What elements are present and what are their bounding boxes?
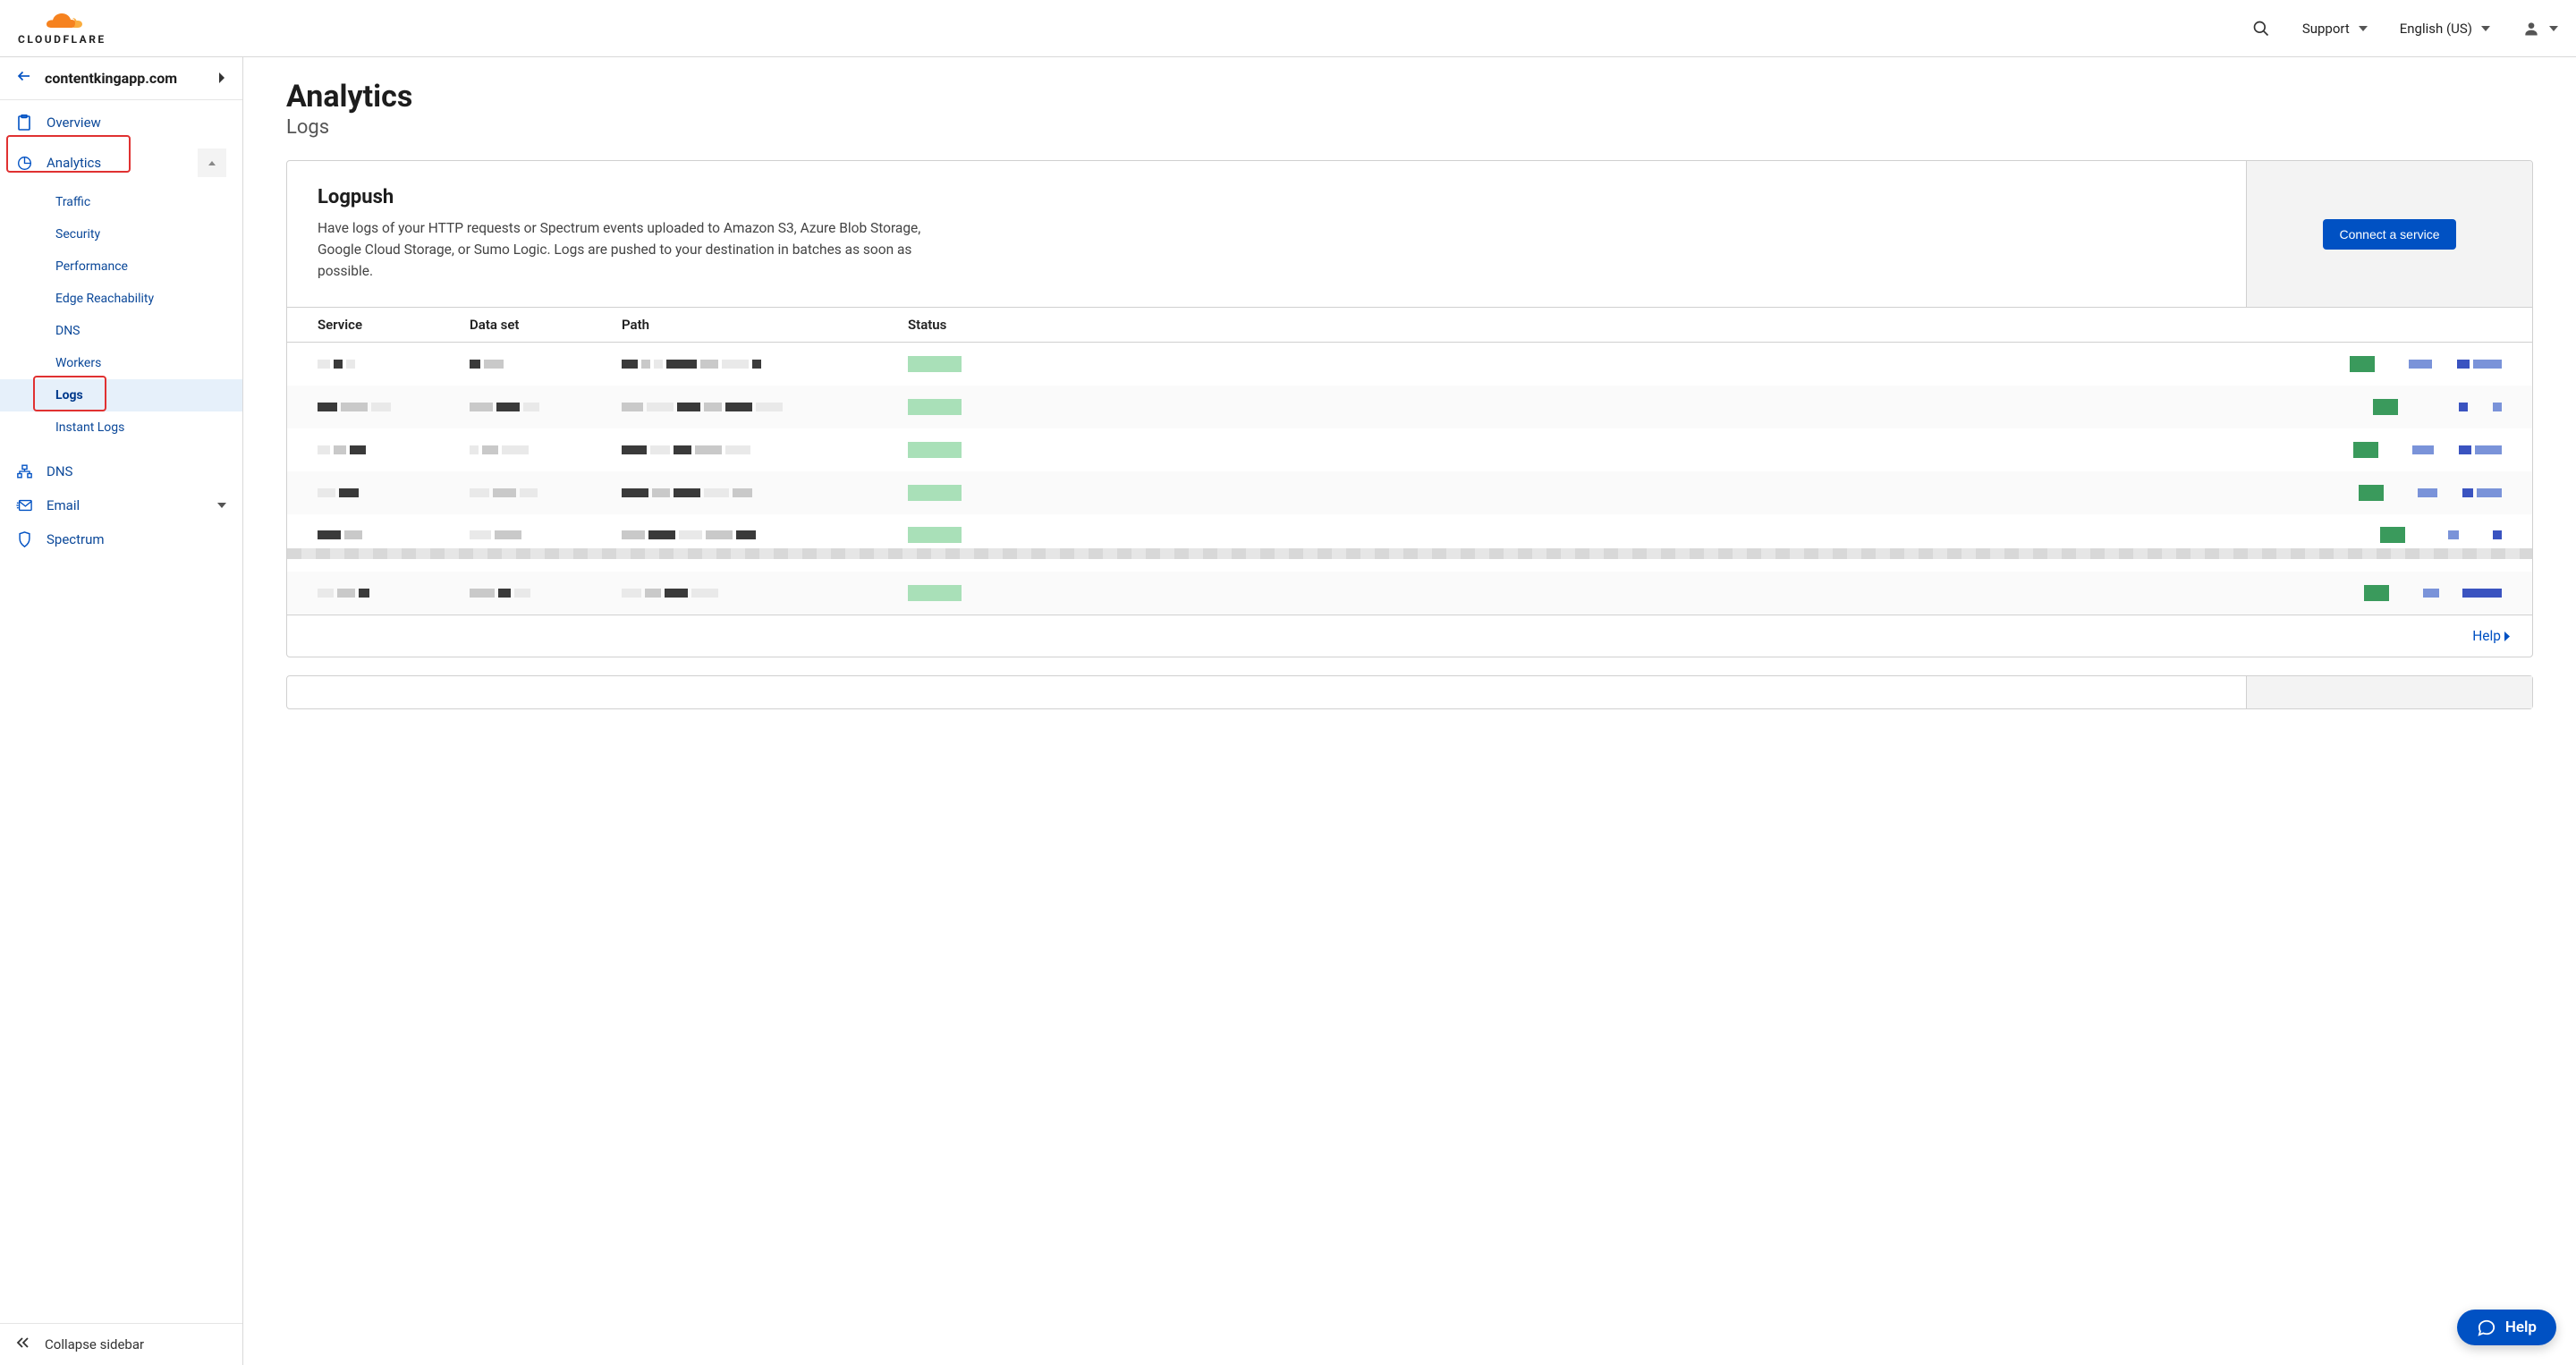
help-fab[interactable]: Help: [2457, 1310, 2556, 1345]
sidebar-sub-security[interactable]: Security: [0, 218, 242, 250]
card-footer: Help: [287, 615, 2532, 657]
sidebar-item-label: Email: [47, 497, 80, 513]
pie-chart-icon: [16, 156, 32, 171]
col-service: Service: [318, 317, 470, 333]
sidebar-sub-traffic[interactable]: Traffic: [0, 186, 242, 218]
account-menu[interactable]: [2522, 20, 2558, 38]
table-row[interactable]: [287, 471, 2532, 514]
sidebar-item-overview[interactable]: Overview: [0, 106, 242, 140]
sidebar-nav: Overview Analytics Traffic Security Perf…: [0, 100, 242, 1323]
collapse-label: Collapse sidebar: [45, 1336, 144, 1352]
top-bar: CLOUDFLARE Support English (US): [0, 0, 2576, 57]
brand-logo[interactable]: CLOUDFLARE: [18, 12, 106, 46]
back-arrow-icon[interactable]: [16, 68, 32, 89]
collapse-toggle[interactable]: [198, 148, 226, 177]
connect-service-button[interactable]: Connect a service: [2323, 219, 2455, 250]
sidebar-item-label: Logs: [55, 388, 83, 403]
table-row[interactable]: [287, 343, 2532, 386]
table-row[interactable]: [287, 514, 2532, 572]
sidebar-item-label: Spectrum: [47, 531, 105, 547]
logpush-title: Logpush: [318, 186, 2216, 208]
sidebar-sub-workers[interactable]: Workers: [0, 347, 242, 379]
clipboard-icon: [16, 114, 32, 131]
redacted-strip: [287, 548, 2532, 559]
custom-fields-card: [286, 675, 2533, 709]
sidebar-sub-edge-reachability[interactable]: Edge Reachability: [0, 283, 242, 315]
sidebar-item-dns[interactable]: DNS: [0, 454, 242, 488]
shield-icon: [16, 531, 32, 547]
col-path: Path: [622, 317, 908, 333]
sitemap-icon: [16, 464, 32, 479]
support-menu[interactable]: Support: [2302, 21, 2368, 37]
help-link[interactable]: Help: [2472, 628, 2511, 644]
chevron-down-icon: [2481, 26, 2490, 31]
language-label: English (US): [2400, 21, 2472, 37]
logpush-card: Logpush Have logs of your HTTP requests …: [286, 160, 2533, 657]
sidebar-item-analytics[interactable]: Analytics: [0, 140, 242, 186]
logpush-table-header: Service Data set Path Status: [287, 307, 2532, 343]
chevron-down-icon: [2549, 26, 2558, 31]
sidebar-item-spectrum[interactable]: Spectrum: [0, 522, 242, 556]
logpush-table-body: [287, 343, 2532, 615]
sidebar-sub-instant-logs[interactable]: Instant Logs: [0, 411, 242, 444]
collapse-sidebar-button[interactable]: Collapse sidebar: [0, 1323, 242, 1365]
search-icon[interactable]: [2252, 20, 2270, 38]
cloud-icon: [38, 12, 86, 31]
support-label: Support: [2302, 21, 2350, 37]
domain-name[interactable]: contentkingapp.com: [45, 70, 207, 87]
chevron-down-icon: [2359, 26, 2368, 31]
page-title: Analytics: [286, 79, 2533, 114]
table-row[interactable]: [287, 572, 2532, 615]
logpush-description: Have logs of your HTTP requests or Spect…: [318, 217, 962, 282]
sidebar-item-email[interactable]: Email: [0, 488, 242, 522]
sidebar-item-label: Overview: [47, 114, 101, 131]
col-dataset: Data set: [470, 317, 622, 333]
sidebar-item-label: Analytics: [47, 155, 101, 171]
sidebar-header: contentkingapp.com: [0, 57, 242, 100]
topbar-actions: Support English (US): [2252, 20, 2558, 38]
sidebar: contentkingapp.com Overview Analytics Tr…: [0, 57, 243, 1365]
page-subtitle: Logs: [286, 116, 2533, 139]
chevron-right-icon[interactable]: [219, 70, 226, 87]
sidebar-sub-performance[interactable]: Performance: [0, 250, 242, 283]
table-row[interactable]: [287, 428, 2532, 471]
col-status: Status: [908, 317, 1087, 333]
sidebar-item-label: DNS: [47, 463, 72, 479]
main-content: Analytics Logs Logpush Have logs of your…: [243, 57, 2576, 1365]
sidebar-sub-logs[interactable]: Logs: [0, 379, 242, 411]
caret-up-icon: [208, 161, 216, 165]
table-row[interactable]: [287, 386, 2532, 428]
chevron-down-icon: [217, 503, 226, 508]
fab-label: Help: [2505, 1318, 2537, 1336]
collapse-icon: [16, 1336, 30, 1352]
brand-text: CLOUDFLARE: [18, 33, 106, 46]
sidebar-sub-dns[interactable]: DNS: [0, 315, 242, 347]
help-label: Help: [2472, 628, 2501, 644]
language-menu[interactable]: English (US): [2400, 21, 2490, 37]
email-icon: [16, 499, 32, 512]
